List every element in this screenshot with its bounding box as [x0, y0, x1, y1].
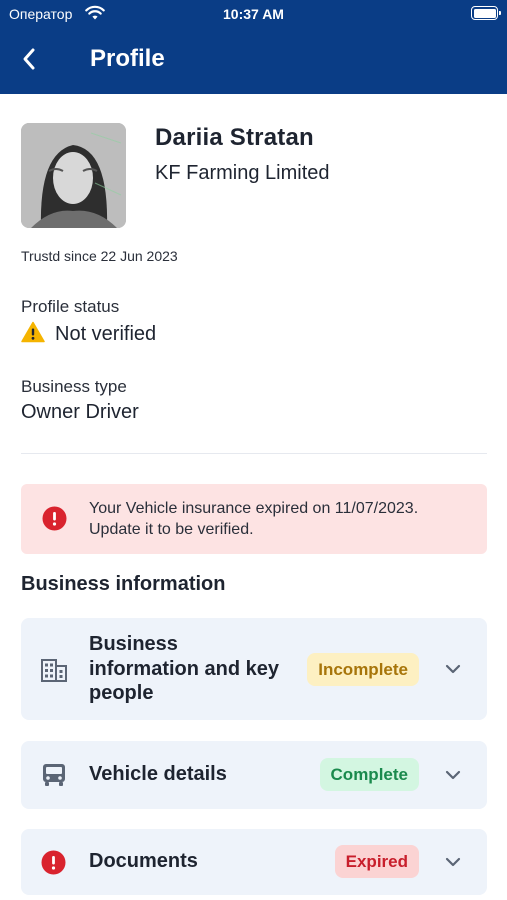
- chevron-down-icon: [445, 770, 461, 780]
- building-icon: [41, 658, 67, 687]
- avatar: [21, 123, 126, 228]
- status-badge: Complete: [319, 758, 419, 791]
- business-type-label: Business type: [21, 377, 127, 396]
- back-button[interactable]: [14, 44, 44, 74]
- section-title: Business information: [21, 573, 226, 595]
- profile-status-label: Profile status: [21, 297, 120, 316]
- error-icon: [41, 850, 66, 880]
- error-icon: [42, 506, 67, 536]
- card-vehicle-details[interactable]: Vehicle details Complete: [21, 741, 487, 809]
- truck-icon: [41, 763, 67, 792]
- profile-status-value: Not verified: [55, 323, 157, 345]
- status-badge: Expired: [334, 845, 419, 878]
- page-title: Profile: [90, 45, 165, 72]
- card-title: Documents: [89, 850, 198, 872]
- profile-name: Dariia Stratan: [155, 124, 314, 151]
- card-title: Vehicle details: [89, 763, 227, 785]
- battery-icon: [471, 6, 501, 20]
- status-badge: Incomplete: [307, 653, 419, 686]
- app-header: Оператор 10:37 AM Profile: [0, 0, 507, 94]
- status-bar: Оператор 10:37 AM: [0, 0, 507, 28]
- chevron-down-icon: [445, 857, 461, 867]
- clock: 10:37 AM: [223, 6, 284, 22]
- profile-status: Not verified: [21, 321, 156, 348]
- card-documents[interactable]: Documents Expired: [21, 829, 487, 895]
- chevron-left-icon: [23, 48, 35, 70]
- alert-message: Your Vehicle insurance expired on 11/07/…: [89, 500, 419, 538]
- chevron-down-icon: [445, 664, 461, 674]
- warning-icon: [21, 321, 45, 348]
- member-since: Trustd since 22 Jun 2023: [21, 248, 178, 264]
- card-title: Business information and key people: [89, 633, 280, 704]
- company-name: KF Farming Limited: [155, 162, 330, 184]
- business-type-value: Owner Driver: [21, 401, 139, 423]
- card-business-information[interactable]: Business information and key people Inco…: [21, 618, 487, 720]
- insurance-alert: Your Vehicle insurance expired on 11/07/…: [21, 484, 487, 554]
- divider: [21, 453, 487, 454]
